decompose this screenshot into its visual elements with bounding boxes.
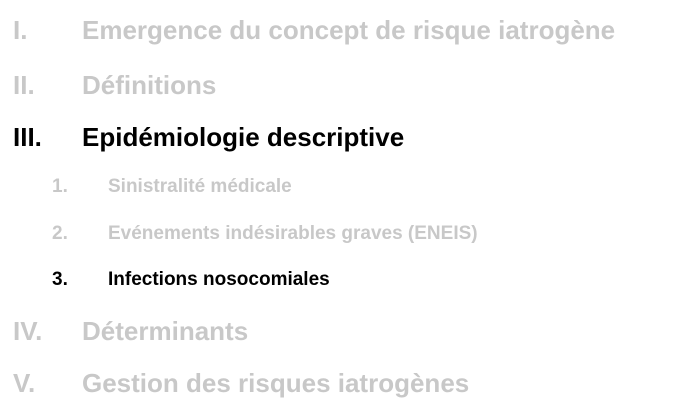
subsection-number: 3. [52,269,68,290]
section-title: Déterminants [82,316,249,346]
subsection-title: Infections nosocomiales [108,269,330,290]
subsection-number: 1. [52,176,68,197]
section-number: V. [13,368,36,398]
subsection-title: Sinistralité médicale [108,176,292,197]
section-title: Définitions [82,70,217,100]
section-title: Emergence du concept de risque iatrogène [82,15,616,45]
subsection-title: Evénements indésirables graves (ENEIS) [108,223,478,244]
section-title: Epidémiologie descriptive [82,122,405,152]
section-number: I. [13,15,28,45]
section-number: II. [13,70,35,100]
section-title: Gestion des risques iatrogènes [82,368,470,398]
section-number: III. [13,122,42,152]
section-number: IV. [13,316,43,346]
subsection-number: 2. [52,223,68,244]
